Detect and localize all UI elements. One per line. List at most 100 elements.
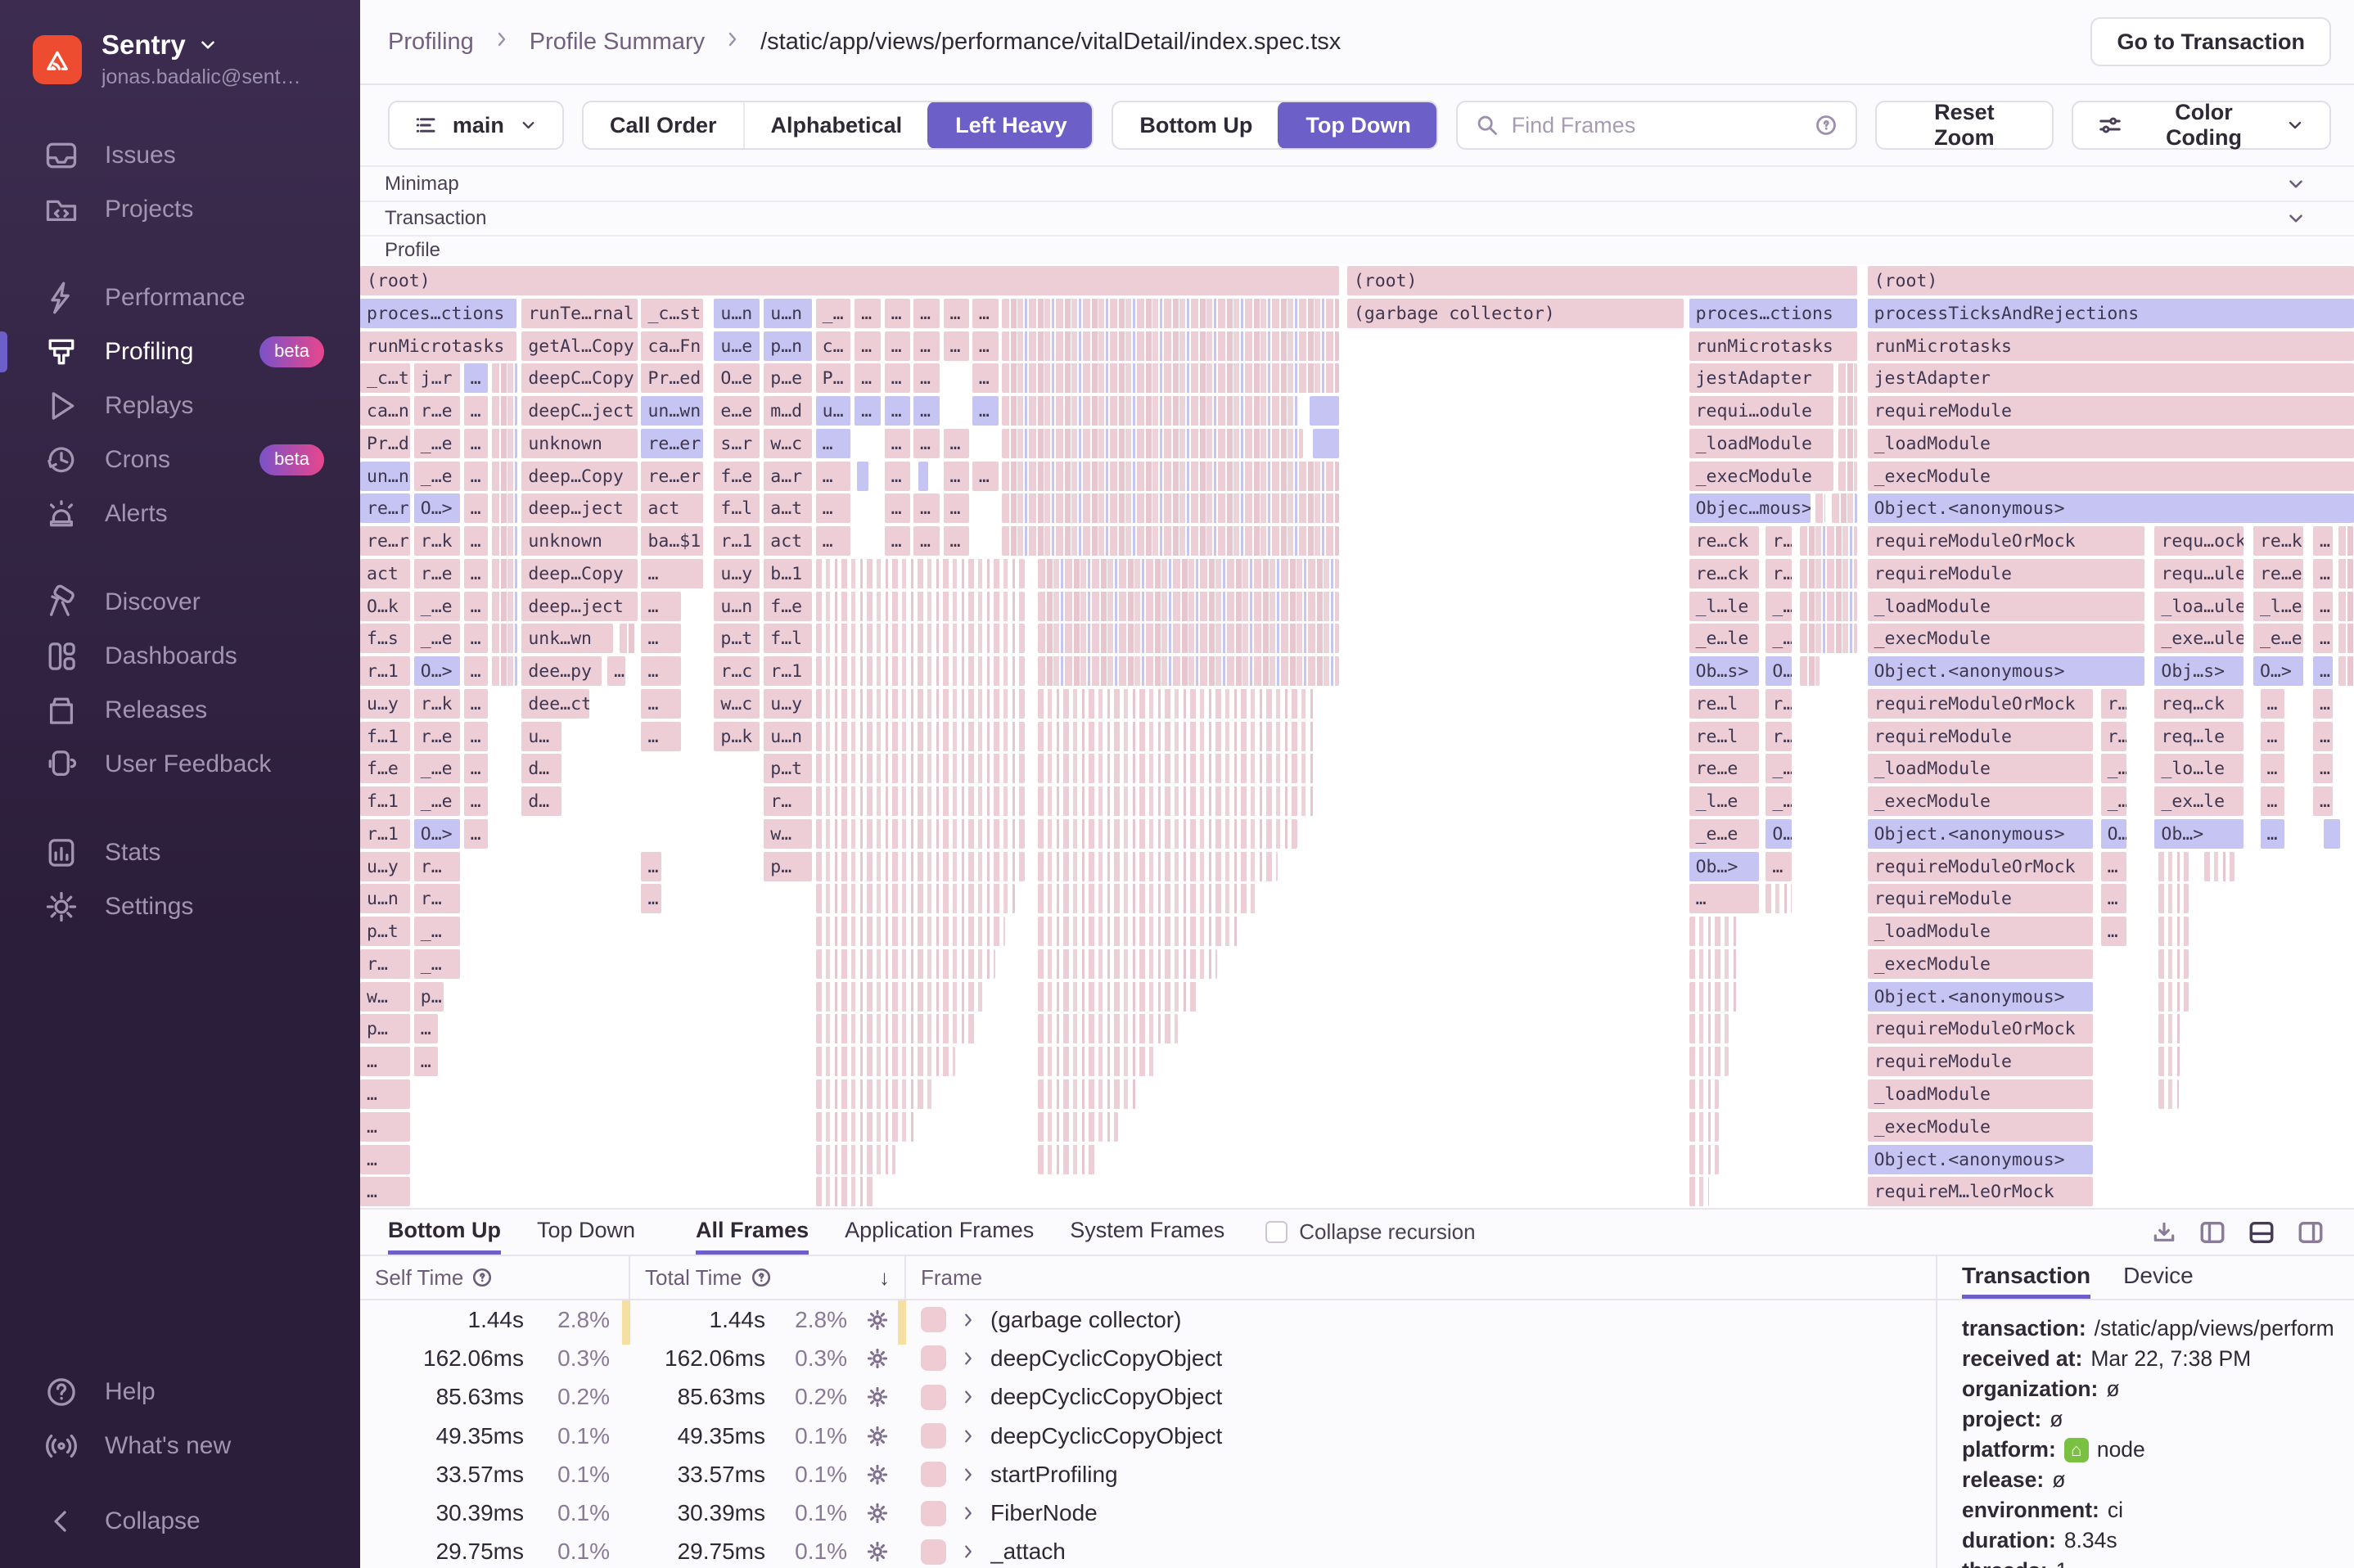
chevron-right-icon[interactable] <box>959 1388 977 1406</box>
flame-frame[interactable]: … <box>464 559 488 588</box>
frame-cell[interactable]: deepCyclicCopyObject <box>906 1339 1936 1377</box>
flame-frame[interactable]: … <box>641 656 681 686</box>
frame-cell[interactable]: (garbage collector) <box>906 1300 1936 1339</box>
flame-frame[interactable]: proces…ctions <box>1689 299 1858 328</box>
flame-frame[interactable]: … <box>944 462 970 491</box>
flame-frame[interactable]: … <box>414 1047 438 1076</box>
flame-texture[interactable] <box>492 429 518 458</box>
flame-texture[interactable] <box>1038 1014 1178 1043</box>
flame-frame[interactable]: … <box>885 363 911 393</box>
flame-frame[interactable]: runMicrotasks <box>360 331 516 361</box>
flame-texture[interactable] <box>1038 1047 1157 1076</box>
gear-icon[interactable] <box>865 1462 890 1487</box>
flame-texture[interactable] <box>1689 949 1739 979</box>
flame-frame[interactable]: Pr…ed <box>641 363 703 393</box>
collapse-recursion-checkbox[interactable] <box>1265 1221 1287 1243</box>
tab-application-frames[interactable]: Application Frames <box>845 1210 1034 1255</box>
flame-texture[interactable] <box>1689 1112 1720 1142</box>
flame-frame[interactable]: requireModuleOrMock <box>1868 852 2093 881</box>
flame-frame[interactable]: r… <box>414 852 460 881</box>
flame-frame[interactable]: … <box>1766 852 1792 881</box>
table-row[interactable]: 85.63ms0.2%85.63ms0.2%deepCyclicCopyObje… <box>360 1378 1936 1417</box>
flame-frame[interactable]: f…1 <box>360 786 410 816</box>
flame-frame[interactable]: re…k <box>2253 526 2303 556</box>
flame-frame[interactable]: f…e <box>764 592 811 621</box>
flame-frame[interactable]: _execModule <box>1868 786 2093 816</box>
flame-texture[interactable] <box>2338 592 2354 621</box>
flame-frame[interactable]: … <box>2313 689 2333 719</box>
flame-texture[interactable] <box>1002 526 1339 556</box>
flame-frame[interactable]: … <box>414 1014 438 1043</box>
flame-frame[interactable]: … <box>885 526 911 556</box>
flame-frame[interactable]: … <box>464 656 488 686</box>
details-tab-device[interactable]: Device <box>2123 1256 2194 1299</box>
flame-frame[interactable]: … <box>816 493 851 523</box>
flame-texture[interactable] <box>1766 884 1792 913</box>
flame-texture[interactable] <box>492 559 518 588</box>
gear-icon[interactable] <box>865 1346 890 1371</box>
flame-frame[interactable]: deep…Copy <box>521 559 637 588</box>
flame-texture[interactable] <box>816 754 1026 783</box>
flame-texture[interactable] <box>1038 656 1339 686</box>
flame-frame[interactable]: … <box>464 363 488 393</box>
flame-frame[interactable]: f…l <box>764 624 811 653</box>
flame-frame[interactable]: ca…Fn <box>641 331 703 361</box>
flame-frame[interactable]: … <box>641 559 703 588</box>
flame-frame[interactable]: _…e <box>414 754 460 783</box>
flame-frame[interactable]: r…e <box>414 722 460 751</box>
flamegraph[interactable]: (root)(root)(root)proces…ctionsrunTe…rna… <box>360 264 2354 1208</box>
gear-icon[interactable] <box>865 1308 890 1332</box>
flame-frame[interactable]: … <box>885 462 911 491</box>
tab-all-frames[interactable]: All Frames <box>696 1210 809 1255</box>
flame-frame[interactable]: … <box>464 526 488 556</box>
flame-texture[interactable] <box>2158 917 2189 946</box>
sort-option-call-order[interactable]: Call Order <box>584 102 743 148</box>
flame-frame[interactable]: … <box>972 331 999 361</box>
flame-frame[interactable]: r…1 <box>360 819 410 849</box>
search-input[interactable] <box>1512 113 1802 138</box>
flame-frame[interactable]: p… <box>764 852 811 881</box>
flame-texture[interactable] <box>1838 396 1857 426</box>
flame-frame[interactable]: w…c <box>764 429 811 458</box>
frame-cell[interactable]: FiberNode <box>906 1494 1936 1532</box>
flame-frame[interactable]: w… <box>360 982 410 1012</box>
flame-frame[interactable]: … <box>464 689 488 719</box>
flame-frame[interactable]: u…e <box>714 331 760 361</box>
flame-frame[interactable]: requireModuleOrMock <box>1868 526 2145 556</box>
flame-frame[interactable]: u… <box>521 722 561 751</box>
flame-texture[interactable] <box>816 689 1026 719</box>
flame-frame[interactable]: … <box>855 331 881 361</box>
flame-frame[interactable]: Pr…d <box>360 429 410 458</box>
flame-frame[interactable]: p…k <box>714 722 760 751</box>
flame-frame[interactable]: _loadModule <box>1868 1079 2093 1109</box>
flame-frame[interactable]: r… <box>1766 526 1792 556</box>
flame-frame[interactable]: requ…ule <box>2154 559 2243 588</box>
flame-frame[interactable]: Objec…mous> <box>1689 493 1811 523</box>
flame-texture[interactable] <box>1689 1014 1729 1043</box>
flame-frame[interactable]: runTe…rnal <box>521 299 637 328</box>
minimap-row[interactable]: Minimap <box>360 165 2354 201</box>
flame-texture[interactable] <box>1038 884 1257 913</box>
flame-frame[interactable]: re…l <box>1689 722 1759 751</box>
flame-frame[interactable]: r…e <box>414 559 460 588</box>
flame-frame[interactable]: p… <box>360 1014 410 1043</box>
flame-frame[interactable]: a…r <box>764 462 811 491</box>
flame-texture[interactable] <box>1838 462 1857 491</box>
details-tab-transaction[interactable]: Transaction <box>1962 1256 2090 1299</box>
flame-frame[interactable]: p…t <box>764 754 811 783</box>
flame-frame[interactable]: jestAdapter <box>1868 363 2354 393</box>
flame-frame[interactable]: … <box>913 363 940 393</box>
flame-frame[interactable]: r…e <box>414 396 460 426</box>
flame-texture[interactable] <box>1689 1145 1720 1174</box>
flame-frame[interactable]: r…c <box>714 656 760 686</box>
flame-frame[interactable]: … <box>913 331 940 361</box>
flame-texture[interactable] <box>816 917 1005 946</box>
flame-frame[interactable]: r… <box>1766 722 1792 751</box>
flame-frame[interactable]: requireModule <box>1868 396 2354 426</box>
flame-frame[interactable]: r…1 <box>714 526 760 556</box>
flame-frame[interactable]: deep…ject <box>521 493 637 523</box>
flame-frame[interactable]: ca…n <box>360 396 410 426</box>
chevron-down-icon[interactable] <box>2285 208 2307 229</box>
flame-frame[interactable]: re…ck <box>1689 526 1759 556</box>
flame-texture[interactable] <box>1038 1145 1098 1174</box>
